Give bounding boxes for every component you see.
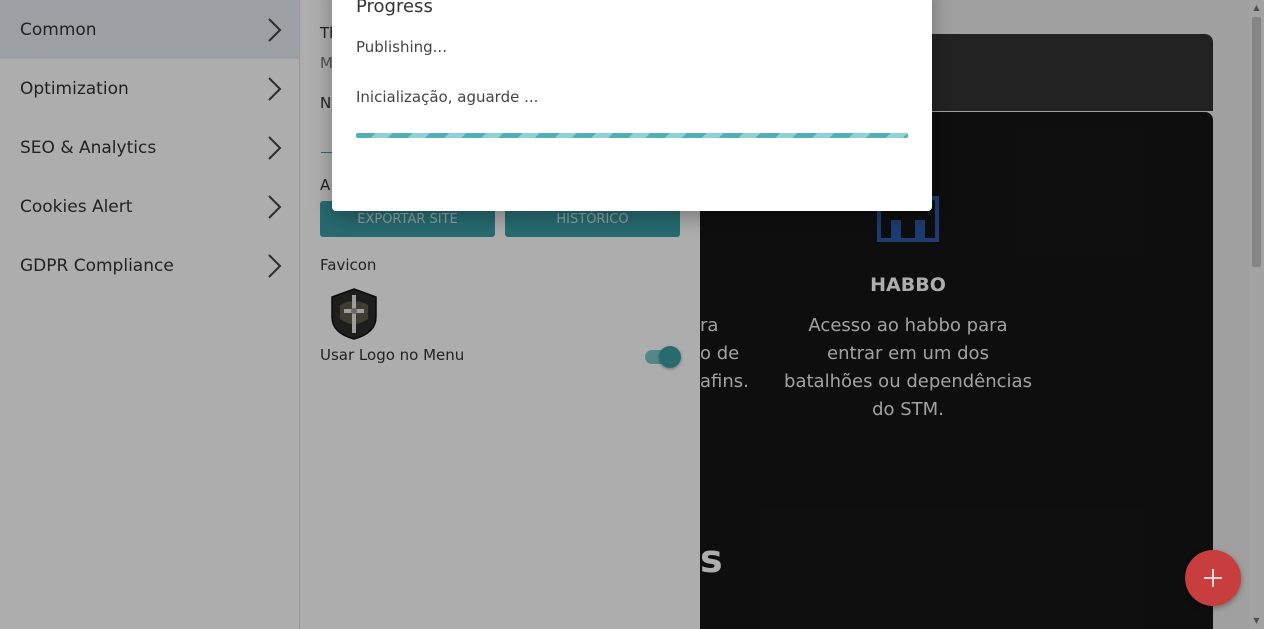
plus-icon xyxy=(1204,569,1222,587)
add-button[interactable] xyxy=(1185,550,1241,606)
progress-dialog: Progress Publishing... Inicialização, ag… xyxy=(332,0,932,211)
progress-bar xyxy=(356,133,908,138)
publish-detail: Inicialização, aguarde ... xyxy=(356,88,539,106)
publish-status: Publishing... xyxy=(356,38,447,56)
dialog-title: Progress xyxy=(356,0,433,17)
